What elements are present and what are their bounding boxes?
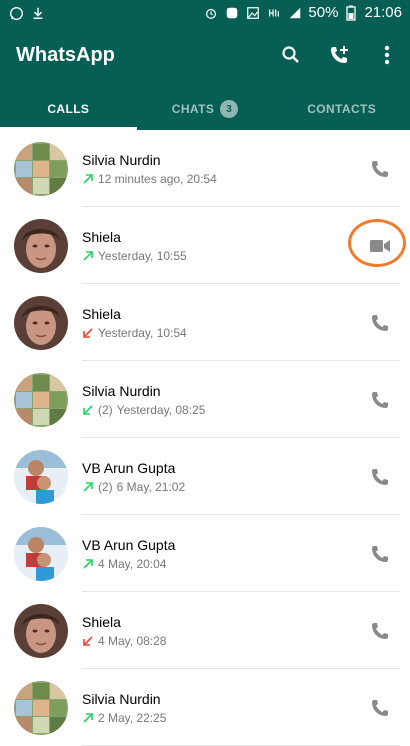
contact-name: VB Arun Gupta (82, 537, 176, 553)
tab-chats-label: CHATS (171, 102, 215, 116)
call-row[interactable]: Shiela 4 May, 08:28 (0, 592, 410, 669)
call-meta: Yesterday, 10:55 (82, 249, 187, 263)
signal-icon (287, 5, 303, 21)
avatar[interactable] (14, 604, 68, 658)
call-row[interactable]: Silvia Nurdin (2) Yesterday, 08:25 (0, 361, 410, 438)
call-meta: 4 May, 08:28 (82, 634, 166, 648)
phone-call-icon[interactable] (368, 311, 392, 335)
call-time: 4 May, 20:04 (98, 557, 167, 571)
tab-chats[interactable]: CHATS 3 (137, 88, 274, 130)
avatar[interactable] (14, 296, 68, 350)
call-time: Yesterday, 10:55 (98, 249, 187, 263)
phone-call-icon[interactable] (368, 696, 392, 720)
tab-contacts[interactable]: CONTACTS (273, 88, 410, 130)
missed-call-arrow-icon (82, 327, 94, 339)
call-meta: Yesterday, 10:54 (82, 326, 187, 340)
battery-percent: 50% (308, 4, 339, 21)
avatar[interactable] (14, 373, 68, 427)
app-bar: WhatsApp CALLS CHATS 3 CONTACTS (0, 28, 410, 130)
outgoing-call-arrow-icon (82, 712, 94, 724)
call-meta: 12 minutes ago, 20:54 (82, 172, 217, 186)
avatar[interactable] (14, 219, 68, 273)
outgoing-call-arrow-icon (82, 250, 94, 262)
call-row[interactable]: Shiela Yesterday, 10:55 (0, 207, 410, 284)
call-meta: 4 May, 20:04 (82, 557, 166, 571)
call-time: 12 minutes ago, 20:54 (98, 172, 217, 186)
network-icon (266, 5, 282, 21)
call-row[interactable]: Silvia Nurdin 2 May, 22:25 (0, 669, 410, 746)
avatar[interactable] (14, 527, 68, 581)
call-time: Yesterday, 10:54 (98, 326, 187, 340)
call-count: (2) (98, 403, 113, 417)
call-count: (2) (98, 480, 113, 494)
search-icon[interactable] (278, 42, 304, 68)
call-row[interactable]: Shiela Yesterday, 10:54 (0, 284, 410, 361)
call-row[interactable]: Silvia Nurdin 12 minutes ago, 20:54 (0, 130, 410, 207)
contact-name: Shiela (82, 614, 121, 630)
calls-list: Silvia Nurdin 12 minutes ago, 20:54 Shiela… (0, 130, 410, 746)
contact-name: Silvia Nurdin (82, 152, 161, 168)
incoming-call-arrow-icon (82, 404, 94, 416)
new-call-icon[interactable] (326, 42, 352, 68)
contact-name: Shiela (82, 229, 121, 245)
highlight-annotation (348, 219, 406, 267)
alarm-icon (203, 5, 219, 21)
avatar[interactable] (14, 681, 68, 735)
battery-icon (343, 5, 359, 21)
tab-bar: CALLS CHATS 3 CONTACTS (0, 88, 410, 130)
outgoing-call-arrow-icon (82, 481, 94, 493)
gallery-icon (245, 5, 261, 21)
contact-name: Silvia Nurdin (82, 691, 161, 707)
phone-call-icon[interactable] (368, 388, 392, 412)
phone-call-icon[interactable] (368, 542, 392, 566)
call-time: 4 May, 08:28 (98, 634, 167, 648)
more-options-icon[interactable] (374, 42, 400, 68)
tab-calls[interactable]: CALLS (0, 88, 137, 130)
contact-name: Silvia Nurdin (82, 383, 161, 399)
phone-call-icon[interactable] (368, 619, 392, 643)
contact-name: Shiela (82, 306, 121, 322)
avatar[interactable] (14, 142, 68, 196)
call-time: 6 May, 21:02 (116, 480, 186, 494)
tab-contacts-label: CONTACTS (307, 102, 377, 116)
whatsapp-notification-icon (8, 5, 24, 21)
call-notification-icon (224, 5, 240, 21)
call-time: 2 May, 22:25 (98, 711, 167, 725)
call-meta: (2) Yesterday, 08:25 (82, 403, 205, 417)
outgoing-call-arrow-icon (82, 173, 94, 185)
contact-name: VB Arun Gupta (82, 460, 176, 476)
phone-call-icon[interactable] (368, 157, 392, 181)
unread-badge: 3 (220, 100, 239, 118)
app-title: WhatsApp (16, 44, 115, 66)
clock: 21:06 (364, 4, 402, 21)
call-meta: (2) 6 May, 21:02 (82, 480, 185, 494)
call-meta: 2 May, 22:25 (82, 711, 166, 725)
tab-calls-label: CALLS (47, 102, 90, 116)
call-row[interactable]: VB Arun Gupta (2) 6 May, 21:02 (0, 438, 410, 515)
status-bar: 50% 21:06 (0, 0, 410, 28)
missed-call-arrow-icon (82, 635, 94, 647)
outgoing-call-arrow-icon (82, 558, 94, 570)
avatar[interactable] (14, 450, 68, 504)
call-row[interactable]: VB Arun Gupta 4 May, 20:04 (0, 515, 410, 592)
download-icon (30, 5, 46, 21)
phone-call-icon[interactable] (368, 465, 392, 489)
call-time: Yesterday, 08:25 (116, 403, 206, 417)
